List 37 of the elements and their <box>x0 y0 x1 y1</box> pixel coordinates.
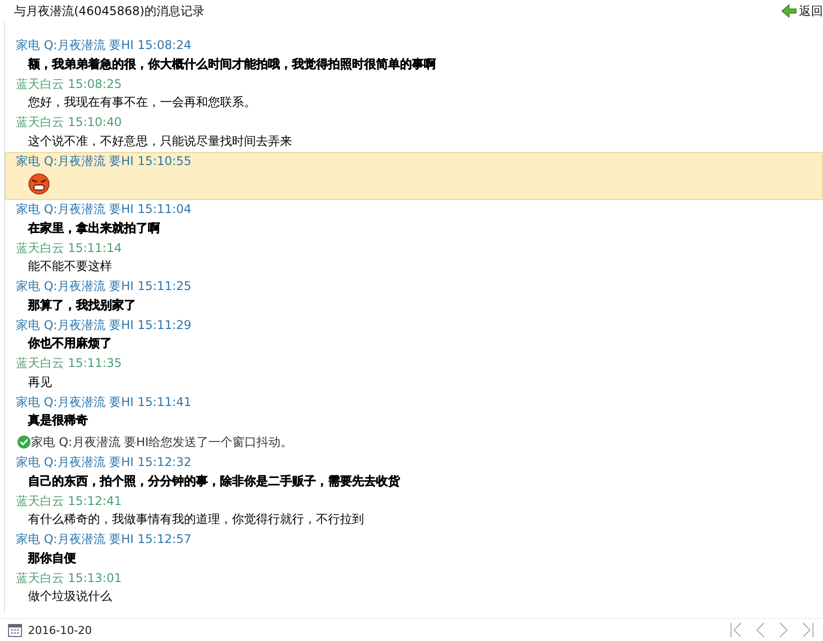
message-header: 家电 Q:月夜潜流 要HI 15:11:29 <box>15 316 192 334</box>
back-link[interactable]: 返回 <box>781 2 823 20</box>
message-text: 做个垃圾说什么 <box>27 588 113 605</box>
message-header: 蓝天白云 15:11:14 <box>15 240 123 256</box>
message-text: 再见 <box>27 374 53 390</box>
message-header: 蓝天白云 15:13:01 <box>15 570 123 586</box>
last-page-icon[interactable] <box>801 622 815 638</box>
message-header: 蓝天白云 15:10:40 <box>15 114 123 131</box>
message-text: 那算了，我找别家了 <box>26 296 137 314</box>
message-header: 家电 Q:月夜潜流 要HI 15:11:25 <box>15 278 192 295</box>
message-text: 你也不用麻烦了 <box>26 335 113 352</box>
message-header: 蓝天白云 15:11:35 <box>15 355 123 372</box>
message-text: 这个说不准，不好意思，只能说尽量找时间去弄来 <box>27 132 293 150</box>
message-text: 您好，我现在有事不在，一会再和您联系。 <box>27 94 257 111</box>
message-header: 家电 Q:月夜潜流 要HI 15:11:41 <box>15 394 192 410</box>
angry-face-icon <box>28 173 50 195</box>
message-text: 额，我弟弟着急的很，你大概什么时间才能拍哦，我觉得拍照时很简单的事啊 <box>26 56 437 72</box>
message-header: 蓝天白云 15:08:25 <box>15 76 123 92</box>
calendar-icon[interactable] <box>8 623 22 637</box>
check-icon <box>17 435 31 449</box>
message-text: 真是很稀奇 <box>27 412 89 429</box>
message-header: 家电 Q:月夜潜流 要HI 15:10:55 <box>15 152 192 170</box>
message-text: 有什么稀奇的，我做事情有我的道理，你觉得行就行，不行拉到 <box>27 511 365 528</box>
window-title: 与月夜潜流(46045868)的消息记录 <box>14 2 204 20</box>
message-text: 能不能不要这样 <box>27 258 113 275</box>
message-header: 家电 Q:月夜潜流 要HI 15:08:24 <box>15 37 192 54</box>
first-page-icon[interactable] <box>729 622 743 638</box>
date-text: 2016-10-20 <box>28 624 92 636</box>
message-header: 蓝天白云 15:12:41 <box>15 492 123 510</box>
message-header: 家电 Q:月夜潜流 要HI 15:12:32 <box>15 454 192 471</box>
message-text: 那你自便 <box>26 550 77 566</box>
message-header: 家电 Q:月夜潜流 要HI 15:11:04 <box>15 201 192 218</box>
message-text: 在家里，拿出来就拍了啊 <box>26 220 161 236</box>
notice-text: 家电 Q:月夜潜流 要HI给您发送了一个窗口抖动。 <box>31 434 293 450</box>
message-header: 家电 Q:月夜潜流 要HI 15:12:57 <box>15 531 192 548</box>
message-text: 自己的东西，拍个照，分分钟的事，除非你是二手贩子，需要先去收货 <box>27 472 401 490</box>
back-arrow-icon <box>781 4 797 18</box>
